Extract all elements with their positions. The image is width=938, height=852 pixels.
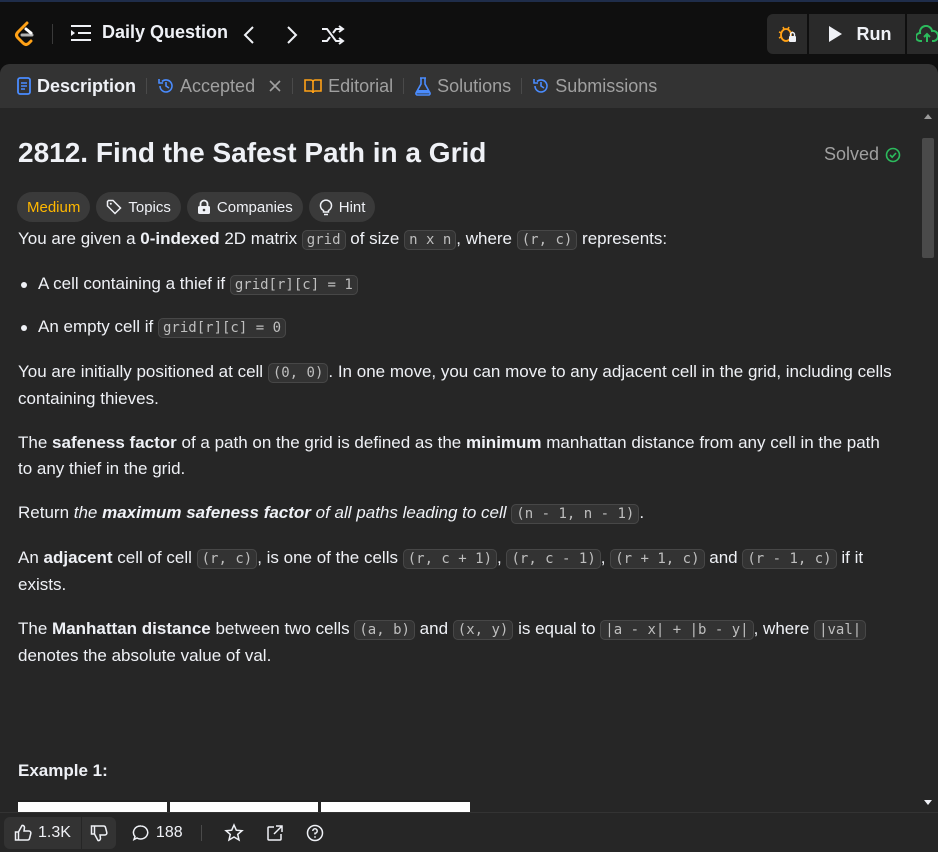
chevron-right-icon xyxy=(287,26,298,44)
check-circle-icon xyxy=(885,147,901,162)
thumbs-up-icon xyxy=(14,824,32,841)
difficulty-badge: Medium xyxy=(17,192,91,222)
description-paragraph: The safeness factor of a path on the gri… xyxy=(18,433,880,478)
run-label: Run xyxy=(856,23,892,44)
share-icon xyxy=(266,824,283,841)
list-icon xyxy=(71,24,91,41)
footer-divider xyxy=(200,824,202,841)
tab-editorial[interactable]: Editorial xyxy=(303,64,393,108)
flask-icon xyxy=(415,77,431,96)
comments-count: 188 xyxy=(155,823,183,841)
tab-accepted[interactable]: Accepted xyxy=(157,64,282,108)
leetcode-logo-icon[interactable] xyxy=(12,20,38,48)
solved-label: Solved xyxy=(824,144,880,164)
companies-label: Companies xyxy=(216,198,293,216)
lightbulb-icon xyxy=(319,199,332,216)
prev-question-button[interactable] xyxy=(236,22,262,48)
scroll-down-icon[interactable] xyxy=(918,798,938,808)
close-icon[interactable] xyxy=(268,79,282,93)
likes-count: 1.3K xyxy=(38,823,71,841)
book-icon xyxy=(304,79,322,94)
question-icon xyxy=(306,824,323,841)
daily-question-label: Daily Question xyxy=(102,22,229,42)
comment-icon xyxy=(132,824,149,841)
scrollbar-thumb[interactable] xyxy=(922,138,934,258)
shuffle-icon xyxy=(322,25,345,45)
tab-description-label: Description xyxy=(37,75,137,96)
description-paragraph: You are given a 0-indexed 2D matrix grid… xyxy=(18,229,668,250)
companies-button[interactable]: Companies xyxy=(186,192,303,222)
list-item: An empty cell if grid[r][c] = 0 xyxy=(18,314,898,341)
difficulty-label: Medium xyxy=(27,198,81,216)
share-button[interactable] xyxy=(266,824,284,842)
tab-divider xyxy=(146,78,148,94)
editor-actions: Run xyxy=(767,14,938,54)
chevron-left-icon xyxy=(243,26,254,44)
description-paragraph: The Manhattan distance between two cells… xyxy=(18,616,898,669)
history-icon xyxy=(158,79,173,93)
tab-description[interactable]: Description xyxy=(16,64,136,108)
comments-button[interactable]: 188 xyxy=(132,824,183,842)
bug-lock-icon xyxy=(778,26,796,42)
star-icon xyxy=(223,822,244,842)
random-question-button[interactable] xyxy=(320,22,346,48)
hint-label: Hint xyxy=(338,198,366,216)
tab-submissions-label: Submissions xyxy=(555,75,658,96)
description-paragraph: Return the maximum safeness factor of al… xyxy=(18,503,645,524)
tab-editorial-label: Editorial xyxy=(328,75,394,96)
daily-question-button[interactable]: Daily Question xyxy=(70,22,228,43)
cell-types-list: A cell containing a thief if grid[r][c] … xyxy=(18,271,898,341)
help-button[interactable] xyxy=(306,824,324,842)
history-icon xyxy=(533,79,548,93)
panel-tabs: Description Accepted Editorial Solutions… xyxy=(0,64,938,108)
description-panel: Description Accepted Editorial Solutions… xyxy=(0,64,938,852)
thumbs-down-icon xyxy=(90,824,108,841)
dislike-button[interactable] xyxy=(82,817,116,849)
play-icon xyxy=(828,26,842,42)
problem-description: You are given a 0-indexed 2D matrix grid… xyxy=(18,226,898,687)
favorite-button[interactable] xyxy=(223,822,244,843)
submit-button[interactable] xyxy=(907,14,938,54)
example-heading: Example 1: xyxy=(18,761,108,780)
vote-group: 1.3K xyxy=(4,816,116,849)
tab-solutions-label: Solutions xyxy=(437,75,512,96)
list-item: A cell containing a thief if grid[r][c] … xyxy=(18,271,898,298)
problem-content: 2812. Find the Safest Path in a Grid Sol… xyxy=(0,108,918,812)
tab-solutions[interactable]: Solutions xyxy=(414,64,511,108)
tab-divider xyxy=(403,78,405,94)
tab-divider xyxy=(521,78,523,94)
run-button[interactable]: Run xyxy=(809,14,905,54)
top-navbar: Daily Question Run xyxy=(0,0,938,64)
description-paragraph: An adjacent cell of cell (r, c), is one … xyxy=(18,548,864,594)
tab-submissions[interactable]: Submissions xyxy=(532,64,657,108)
tab-accepted-label: Accepted xyxy=(180,75,256,96)
like-button[interactable]: 1.3K xyxy=(4,816,82,849)
solved-status: Solved xyxy=(824,144,901,165)
lock-icon xyxy=(197,199,210,214)
tag-icon xyxy=(107,199,122,215)
tab-divider xyxy=(292,78,294,94)
document-icon xyxy=(17,77,31,95)
description-paragraph: You are initially positioned at cell (0,… xyxy=(18,362,892,408)
scroll-up-icon[interactable] xyxy=(918,111,938,121)
problem-title[interactable]: 2812. Find the Safest Path in a Grid xyxy=(18,137,486,169)
hint-button[interactable]: Hint xyxy=(308,192,376,222)
topics-button[interactable]: Topics xyxy=(96,192,181,222)
problem-footer: 1.3K 188 xyxy=(0,812,938,852)
scrollbar[interactable] xyxy=(918,108,938,812)
problem-tags: Medium Topics Companies Hint xyxy=(17,192,376,222)
next-question-button[interactable] xyxy=(279,22,305,48)
example-grid-image xyxy=(18,800,471,812)
debug-button[interactable] xyxy=(767,14,807,54)
cloud-upload-icon xyxy=(916,25,938,42)
topics-label: Topics xyxy=(128,198,171,216)
divider xyxy=(52,24,53,44)
